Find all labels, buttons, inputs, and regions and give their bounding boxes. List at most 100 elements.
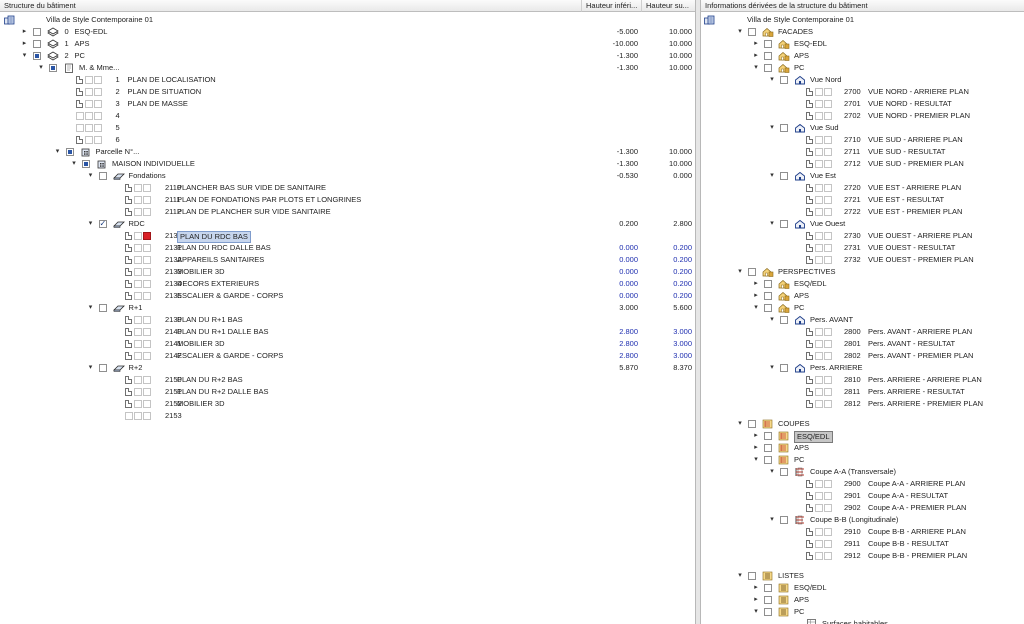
node-checkbox[interactable] (748, 268, 756, 276)
node-checkbox[interactable] (780, 172, 788, 180)
tree-node[interactable]: ▾ Fondations -0.530 0.000 (0, 170, 695, 182)
top-height-value[interactable]: 0.200 (642, 290, 692, 302)
top-height-value[interactable]: 3.000 (642, 326, 692, 338)
node-checkbox[interactable] (98, 304, 107, 312)
expand-arrow-icon[interactable]: ▸ (752, 278, 760, 290)
lock-toggle[interactable] (143, 376, 151, 384)
document-row[interactable]: 2730 VUE OUEST - ARRIERE PLAN (701, 230, 1024, 242)
document-row[interactable]: 2800 Pers. AVANT - ARRIERE PLAN (701, 326, 1024, 338)
bottom-height-value[interactable]: 5.870 (588, 362, 638, 374)
document-row[interactable]: 2135 ESCALIER & GARDE - CORPS 0.000 0.200 (0, 290, 695, 302)
visibility-toggle[interactable] (134, 316, 142, 324)
bottom-height-value[interactable]: 3.000 (588, 302, 638, 314)
collapse-arrow-icon[interactable]: ▾ (87, 302, 95, 314)
node-checkbox[interactable] (764, 608, 772, 616)
node-checkbox[interactable] (764, 292, 772, 300)
tree-node[interactable]: ▾ Pers. AVANT (701, 314, 1024, 326)
lock-toggle[interactable] (824, 196, 832, 204)
lock-toggle[interactable] (143, 268, 151, 276)
tree-node[interactable]: ▸ APS (701, 594, 1024, 606)
lock-toggle[interactable] (824, 328, 832, 336)
collapse-arrow-icon[interactable]: ▾ (752, 302, 760, 314)
document-row[interactable]: 2153 (0, 410, 695, 422)
top-height-value[interactable]: 3.000 (642, 338, 692, 350)
visibility-toggle[interactable] (815, 400, 823, 408)
visibility-toggle[interactable] (84, 136, 93, 144)
bottom-height-value[interactable]: -1.300 (588, 50, 638, 62)
visibility-toggle[interactable] (815, 208, 823, 216)
node-checkbox[interactable] (764, 444, 772, 452)
collapse-arrow-icon[interactable]: ▾ (70, 158, 78, 170)
visibility-toggle[interactable] (815, 328, 823, 336)
visibility-toggle[interactable] (134, 256, 142, 264)
bottom-height-value[interactable]: -1.300 (588, 146, 638, 158)
bottom-height-value[interactable]: 0.000 (588, 266, 638, 278)
visibility-toggle[interactable] (134, 244, 142, 252)
collapse-arrow-icon[interactable]: ▾ (87, 362, 95, 374)
node-checkbox[interactable] (65, 148, 74, 156)
document-row[interactable]: 2140 PLAN DU R+1 DALLE BAS 2.800 3.000 (0, 326, 695, 338)
visibility-toggle[interactable] (84, 76, 93, 84)
bottom-height-value[interactable]: 0.000 (588, 242, 638, 254)
top-height-value[interactable]: 10.000 (642, 50, 692, 62)
document-row[interactable]: 1 PLAN DE LOCALISATION (0, 74, 695, 86)
lock-toggle[interactable] (93, 76, 102, 84)
bottom-height-value[interactable]: -5.000 (588, 26, 638, 38)
visibility-toggle[interactable] (815, 388, 823, 396)
node-checkbox[interactable] (748, 28, 756, 36)
visibility-toggle[interactable] (815, 196, 823, 204)
document-row[interactable]: 2802 Pers. AVANT - PREMIER PLAN (701, 350, 1024, 362)
node-checkbox[interactable] (780, 76, 788, 84)
lock-toggle[interactable] (93, 88, 102, 96)
document-row[interactable]: 2912 Coupe B-B - PREMIER PLAN (701, 550, 1024, 562)
top-height-value[interactable]: 5.600 (642, 302, 692, 314)
expand-arrow-icon[interactable]: ▸ (752, 582, 760, 594)
node-checkbox[interactable] (98, 218, 107, 230)
lock-toggle[interactable] (93, 124, 102, 132)
column-header-structure[interactable]: Structure du bâtiment (0, 0, 582, 12)
lock-toggle[interactable] (143, 184, 151, 192)
tree-root[interactable]: Villa de Style Contemporaine 01 (0, 14, 695, 26)
node-checkbox[interactable] (748, 572, 756, 580)
visibility-toggle[interactable] (815, 552, 823, 560)
bottom-height-value[interactable]: 0.000 (588, 254, 638, 266)
collapse-arrow-icon[interactable]: ▾ (736, 266, 744, 278)
visibility-toggle[interactable] (815, 244, 823, 252)
lock-toggle[interactable] (143, 328, 151, 336)
visibility-toggle[interactable] (134, 328, 142, 336)
collapse-arrow-icon[interactable]: ▾ (768, 514, 776, 526)
document-row[interactable]: 2142 ESCALIER & GARDE - CORPS 2.800 3.000 (0, 350, 695, 362)
visibility-toggle[interactable] (815, 184, 823, 192)
document-row[interactable]: 2812 Pers. ARRIERE - PREMIER PLAN (701, 398, 1024, 410)
top-height-value[interactable]: 10.000 (642, 146, 692, 158)
expand-arrow-icon[interactable]: ▸ (752, 442, 760, 454)
tree-node[interactable]: ▾ Coupe B-B (Longitudinale) (701, 514, 1024, 526)
lock-toggle[interactable] (824, 100, 832, 108)
visibility-toggle[interactable] (134, 232, 142, 240)
lock-toggle[interactable] (143, 316, 151, 324)
tree-node[interactable]: ▾ FACADES (701, 26, 1024, 38)
lock-toggle[interactable] (824, 480, 832, 488)
visibility-toggle[interactable] (134, 196, 142, 204)
lock-toggle[interactable] (824, 160, 832, 168)
document-row[interactable]: 2732 VUE OUEST - PREMIER PLAN (701, 254, 1024, 266)
top-height-value[interactable]: 10.000 (642, 62, 692, 74)
document-row[interactable]: 2801 Pers. AVANT - RESULTAT (701, 338, 1024, 350)
tree-node[interactable]: ▸ 0 ESQ-EDL -5.000 10.000 (0, 26, 695, 38)
node-checkbox[interactable] (764, 280, 772, 288)
lock-toggle[interactable] (824, 88, 832, 96)
lock-toggle[interactable] (824, 340, 832, 348)
column-header-bottom-height[interactable]: Hauteur inféri... (582, 0, 642, 12)
visibility-toggle[interactable] (815, 136, 823, 144)
node-checkbox[interactable] (780, 124, 788, 132)
tree-node[interactable]: ▸ ESQ/EDL (701, 582, 1024, 594)
document-row[interactable]: 2721 VUE EST - RESULTAT (701, 194, 1024, 206)
document-row[interactable]: 2112 PLAN DE PLANCHER SUR VIDE SANITAIRE (0, 206, 695, 218)
bottom-height-value[interactable]: -10.000 (588, 38, 638, 50)
expand-arrow-icon[interactable]: ▸ (752, 430, 760, 442)
tree-node[interactable]: ▾ 2 PC -1.300 10.000 (0, 50, 695, 62)
visibility-toggle[interactable] (134, 292, 142, 300)
lock-toggle[interactable] (93, 100, 102, 108)
tree-node[interactable]: ▸ 1 APS -10.000 10.000 (0, 38, 695, 50)
tree-node[interactable]: ▾ Vue Est (701, 170, 1024, 182)
